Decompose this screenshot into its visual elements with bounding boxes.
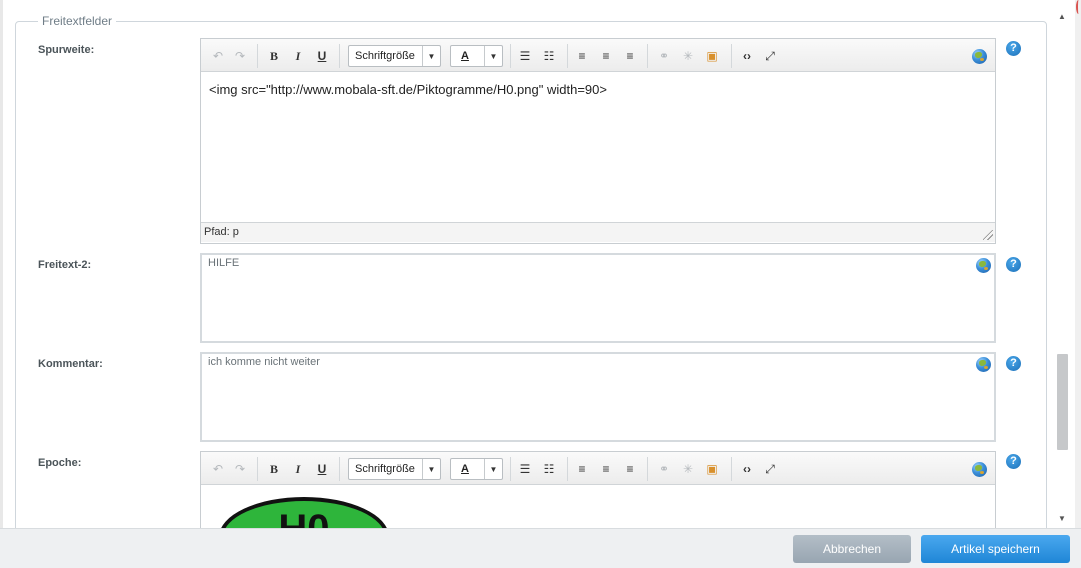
font-size-label: Schriftgröße (355, 463, 415, 475)
bullet-list-icon[interactable]: ☰ (516, 46, 534, 66)
freitext2-textarea[interactable]: HILFE (200, 253, 996, 343)
fieldset-legend: Freitextfelder (42, 14, 113, 28)
source-code-icon[interactable]: ‹› (737, 459, 757, 479)
fullscreen-icon[interactable]: ⤢ (761, 459, 779, 479)
font-color-label: A (461, 463, 469, 475)
h0-pictogram-text: H0 (223, 507, 385, 528)
unlink-icon[interactable]: ✳ (679, 46, 697, 66)
kommentar-textarea[interactable]: ich komme nicht weiter (200, 352, 996, 442)
help-icon[interactable]: ? (1006, 356, 1021, 371)
undo-icon[interactable]: ↶ (209, 459, 227, 479)
editor-statusbar: Pfad: p (201, 222, 995, 242)
cancel-button[interactable]: Abbrechen (793, 535, 911, 563)
bold-button[interactable]: B (265, 459, 283, 479)
font-color-select[interactable]: A ▼ (450, 45, 503, 67)
chevron-down-icon: ▼ (422, 46, 440, 66)
language-globe-icon[interactable] (972, 49, 987, 64)
align-right-icon[interactable]: ≡ (621, 459, 639, 479)
scrollbar-thumb[interactable] (1057, 354, 1068, 450)
resize-grip-icon[interactable] (983, 230, 993, 240)
insert-media-icon[interactable]: ▣ (703, 459, 721, 479)
redo-icon[interactable]: ↷ (231, 46, 249, 66)
spurweite-toolbar: ↶ ↷ B I U Schriftgröße ▼ A ▼ ☰ ☷ ≡ ≡ ≡ ⚭ (201, 39, 995, 72)
underline-button[interactable]: U (313, 46, 331, 66)
form-footer: Abbrechen Artikel speichern (0, 528, 1081, 568)
align-left-icon[interactable]: ≡ (573, 46, 591, 66)
scroll-down-icon[interactable]: ▼ (1058, 514, 1066, 523)
chevron-down-icon: ▼ (422, 459, 440, 479)
unlink-icon[interactable]: ✳ (679, 459, 697, 479)
bold-button[interactable]: B (265, 46, 283, 66)
spurweite-content[interactable]: <img src="http://www.mobala-sft.de/Pikto… (201, 72, 995, 222)
redo-icon[interactable]: ↷ (231, 459, 249, 479)
spurweite-editor[interactable]: ↶ ↷ B I U Schriftgröße ▼ A ▼ ☰ ☷ ≡ ≡ ≡ ⚭ (200, 38, 996, 244)
window-right-edge (1075, 0, 1081, 528)
align-center-icon[interactable]: ≡ (597, 46, 615, 66)
scroll-up-icon[interactable]: ▲ (1058, 12, 1066, 21)
fullscreen-icon[interactable]: ⤢ (761, 46, 779, 66)
epoche-label: Epoche: (38, 457, 82, 469)
link-icon[interactable]: ⚭ (655, 459, 673, 479)
form-scroll-area: Freitextfelder Spurweite: ↶ ↷ B I U Schr… (0, 0, 1075, 528)
underline-button[interactable]: U (313, 459, 331, 479)
font-color-select[interactable]: A ▼ (450, 458, 503, 480)
help-icon[interactable]: ? (1006, 257, 1021, 272)
close-partial-icon (1076, 0, 1081, 14)
numbered-list-icon[interactable]: ☷ (540, 46, 558, 66)
insert-media-icon[interactable]: ▣ (703, 46, 721, 66)
vertical-scrollbar[interactable]: ▲ ▼ (1055, 12, 1069, 526)
font-size-label: Schriftgröße (355, 50, 415, 62)
epoche-editor[interactable]: ↶ ↷ B I U Schriftgröße ▼ A ▼ ☰ ☷ ≡ ≡ ≡ ⚭ (200, 451, 996, 528)
chevron-down-icon: ▼ (484, 459, 502, 479)
font-color-label: A (461, 50, 469, 62)
align-right-icon[interactable]: ≡ (621, 46, 639, 66)
undo-icon[interactable]: ↶ (209, 46, 227, 66)
language-globe-icon[interactable] (976, 258, 991, 273)
font-size-select[interactable]: Schriftgröße ▼ (348, 458, 441, 480)
kommentar-label: Kommentar: (38, 358, 103, 370)
chevron-down-icon: ▼ (484, 46, 502, 66)
path-label: Pfad: p (204, 226, 239, 238)
align-left-icon[interactable]: ≡ (573, 459, 591, 479)
help-icon[interactable]: ? (1006, 454, 1021, 469)
h0-pictogram-image: H0 (219, 497, 389, 528)
epoche-content[interactable]: H0 (201, 485, 995, 528)
font-size-select[interactable]: Schriftgröße ▼ (348, 45, 441, 67)
link-icon[interactable]: ⚭ (655, 46, 673, 66)
align-center-icon[interactable]: ≡ (597, 459, 615, 479)
epoche-toolbar: ↶ ↷ B I U Schriftgröße ▼ A ▼ ☰ ☷ ≡ ≡ ≡ ⚭ (201, 452, 995, 485)
language-globe-icon[interactable] (972, 462, 987, 477)
language-globe-icon[interactable] (976, 357, 991, 372)
numbered-list-icon[interactable]: ☷ (540, 459, 558, 479)
help-icon[interactable]: ? (1006, 41, 1021, 56)
save-article-button[interactable]: Artikel speichern (921, 535, 1070, 563)
bullet-list-icon[interactable]: ☰ (516, 459, 534, 479)
italic-button[interactable]: I (289, 46, 307, 66)
italic-button[interactable]: I (289, 459, 307, 479)
freitext2-label: Freitext-2: (38, 259, 92, 271)
source-code-icon[interactable]: ‹› (737, 46, 757, 66)
spurweite-label: Spurweite: (38, 44, 95, 56)
